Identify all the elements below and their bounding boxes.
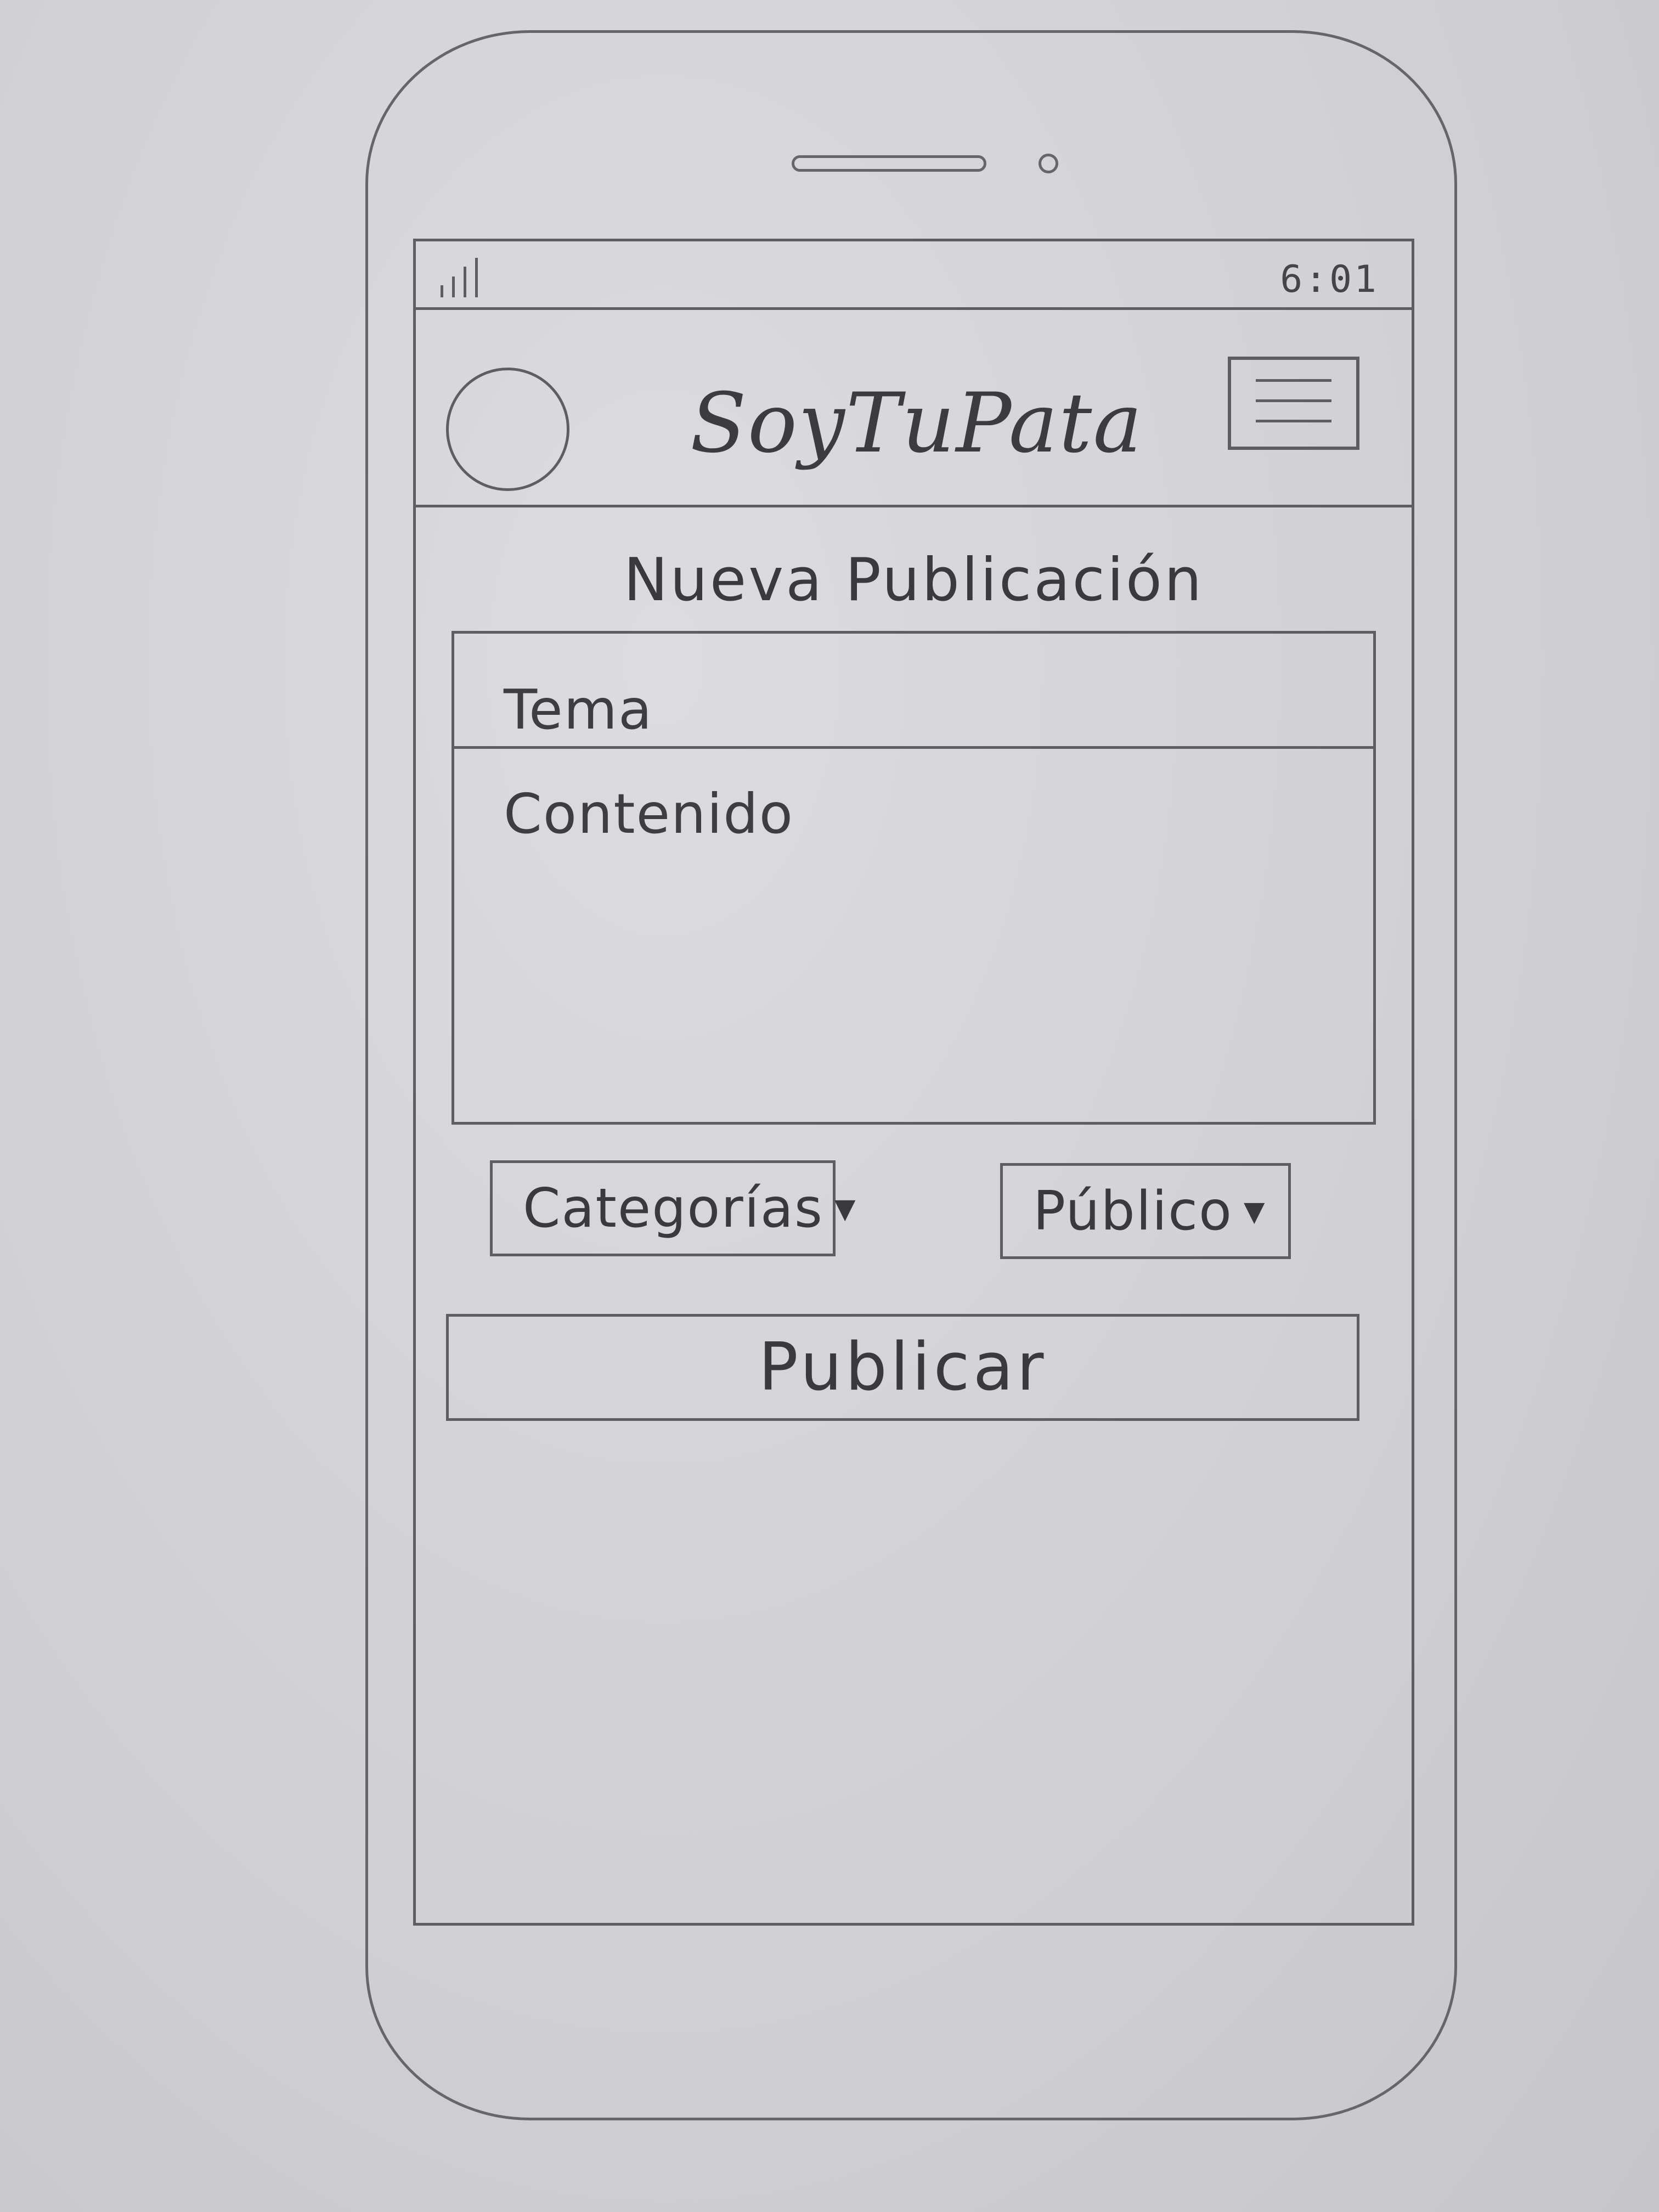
- category-dropdown[interactable]: Categorías ▼: [490, 1160, 855, 1256]
- hamburger-menu-icon-line: [1256, 399, 1331, 402]
- app-title: SoyTuPata: [690, 376, 1143, 471]
- avatar[interactable]: [446, 368, 569, 491]
- speaker-grille: [792, 155, 986, 172]
- publish-button[interactable]: Publicar: [446, 1314, 1359, 1421]
- app-header: SoyTuPata: [416, 310, 1412, 507]
- front-camera: [1039, 154, 1058, 173]
- signal-bars-icon: [441, 258, 478, 297]
- audience-dropdown[interactable]: Público ▼: [1000, 1163, 1291, 1259]
- status-bar: 6:01: [416, 241, 1412, 310]
- caret-down-icon: ▼: [1244, 1195, 1266, 1227]
- hamburger-menu-icon-line: [1256, 420, 1331, 422]
- menu-button[interactable]: [1228, 357, 1359, 450]
- topic-input[interactable]: Tema: [454, 634, 1373, 749]
- status-time: 6:01: [1280, 258, 1379, 301]
- phone-screen: 6:01 SoyTuPata Nueva Publicación Tema Co…: [413, 239, 1414, 1926]
- content-placeholder: Contenido: [504, 782, 794, 846]
- post-editor: Tema Contenido: [452, 631, 1376, 1125]
- content-textarea[interactable]: Contenido: [454, 749, 1373, 1122]
- hamburger-menu-icon: [1256, 379, 1331, 382]
- caret-down-icon: ▼: [834, 1192, 857, 1224]
- page-title: Nueva Publicación: [623, 546, 1204, 614]
- category-dropdown-label: Categorías: [523, 1177, 823, 1240]
- audience-dropdown-label: Público: [1033, 1180, 1233, 1243]
- topic-placeholder: Tema: [504, 678, 653, 742]
